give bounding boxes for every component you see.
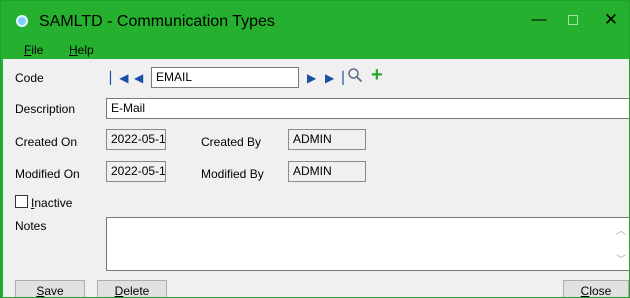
next-record-icon[interactable]: ▶ <box>307 71 316 85</box>
description-label: Description <box>15 102 76 116</box>
window-left-edge <box>1 59 3 297</box>
notes-label: Notes <box>15 219 47 233</box>
last-record-icon[interactable]: ▶▕ <box>325 71 343 85</box>
title-bar[interactable]: SAMLTD - Communication Types — ✕ <box>1 1 629 41</box>
created-on-field: 2022-05-10 <box>106 129 166 150</box>
minimize-button[interactable]: — <box>528 9 550 31</box>
created-by-label: Created By <box>201 135 262 149</box>
scroll-down-icon[interactable]: ﹀ <box>616 251 626 266</box>
menu-help[interactable]: Help <box>69 43 94 57</box>
menu-bar: File Help <box>1 41 629 59</box>
description-input[interactable]: E-Mail <box>106 98 629 119</box>
search-icon[interactable] <box>347 67 363 83</box>
communication-types-window: SAMLTD - Communication Types — ✕ File He… <box>0 0 630 298</box>
created-by-field: ADMIN <box>288 129 366 150</box>
close-button[interactable]: Close <box>563 280 629 297</box>
notes-textarea[interactable]: ︿ ﹀ <box>106 217 629 271</box>
inactive-checkbox[interactable] <box>15 195 28 208</box>
maximize-icon <box>568 15 578 25</box>
inactive-label[interactable]: Inactive <box>31 196 72 210</box>
scroll-up-icon[interactable]: ︿ <box>616 222 626 237</box>
previous-record-icon[interactable]: ◀ <box>134 71 143 85</box>
window-title: SAMLTD - Communication Types <box>39 13 275 30</box>
modified-on-label: Modified On <box>15 167 80 181</box>
app-icon[interactable] <box>16 15 28 27</box>
close-window-button[interactable]: ✕ <box>600 9 622 31</box>
code-label: Code <box>15 71 44 85</box>
first-record-icon[interactable]: ▏◀ <box>110 71 128 85</box>
code-input[interactable]: EMAIL <box>151 67 299 88</box>
save-button[interactable]: Save <box>15 280 85 297</box>
delete-button[interactable]: Delete <box>97 280 167 297</box>
add-icon[interactable]: + <box>371 65 383 85</box>
maximize-button[interactable] <box>562 9 584 31</box>
modified-by-label: Modified By <box>201 167 264 181</box>
modified-on-field: 2022-05-10 <box>106 161 166 182</box>
created-on-label: Created On <box>15 135 78 149</box>
menu-file[interactable]: File <box>24 43 43 57</box>
modified-by-field: ADMIN <box>288 161 366 182</box>
